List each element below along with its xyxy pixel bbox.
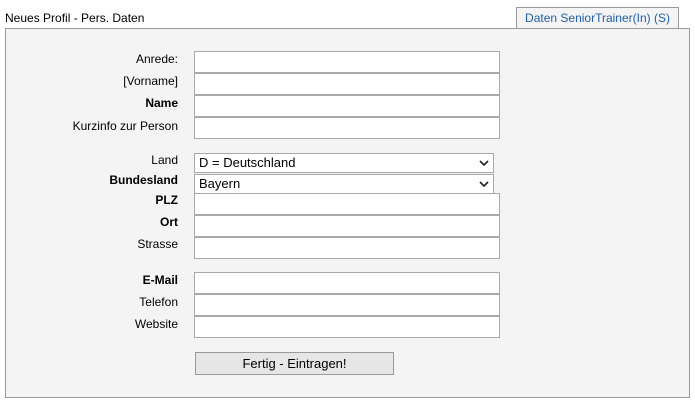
label-email: E-Mail: [142, 273, 178, 287]
label-bundesland: Bundesland: [109, 173, 178, 187]
form-panel: Anrede: [Vorname] Name Kurzinfo zur Pers…: [5, 28, 690, 398]
land-select[interactable]: D = Deutschland: [194, 153, 494, 173]
vorname-input[interactable]: [194, 73, 500, 95]
label-telefon: Telefon: [139, 295, 178, 309]
website-input[interactable]: [194, 316, 500, 338]
submit-button[interactable]: Fertig - Eintragen!: [195, 352, 394, 375]
name-input[interactable]: [194, 95, 500, 117]
label-land: Land: [151, 153, 178, 167]
telefon-input[interactable]: [194, 294, 500, 316]
bundesland-selected-value: Bayern: [199, 176, 241, 191]
label-name: Name: [145, 96, 178, 110]
ort-input[interactable]: [194, 215, 500, 237]
plz-input[interactable]: [194, 193, 500, 215]
label-plz: PLZ: [155, 193, 178, 207]
kurzinfo-input[interactable]: [194, 117, 500, 139]
label-ort: Ort: [160, 215, 178, 229]
anrede-input[interactable]: [194, 51, 500, 73]
chevron-down-icon: [479, 181, 489, 188]
page-title: Neues Profil - Pers. Daten: [5, 11, 145, 25]
tab-senior-trainer[interactable]: Daten SeniorTrainer(In) (S): [516, 7, 679, 28]
email-input[interactable]: [194, 272, 500, 294]
bundesland-select[interactable]: Bayern: [194, 174, 494, 194]
label-vorname: [Vorname]: [123, 74, 178, 88]
label-website: Website: [134, 317, 178, 331]
strasse-input[interactable]: [194, 237, 500, 259]
label-anrede: Anrede:: [135, 52, 178, 66]
label-kurzinfo: Kurzinfo zur Person: [72, 119, 178, 133]
chevron-down-icon: [479, 160, 489, 167]
land-selected-value: D = Deutschland: [199, 155, 296, 170]
label-strasse: Strasse: [137, 237, 178, 251]
